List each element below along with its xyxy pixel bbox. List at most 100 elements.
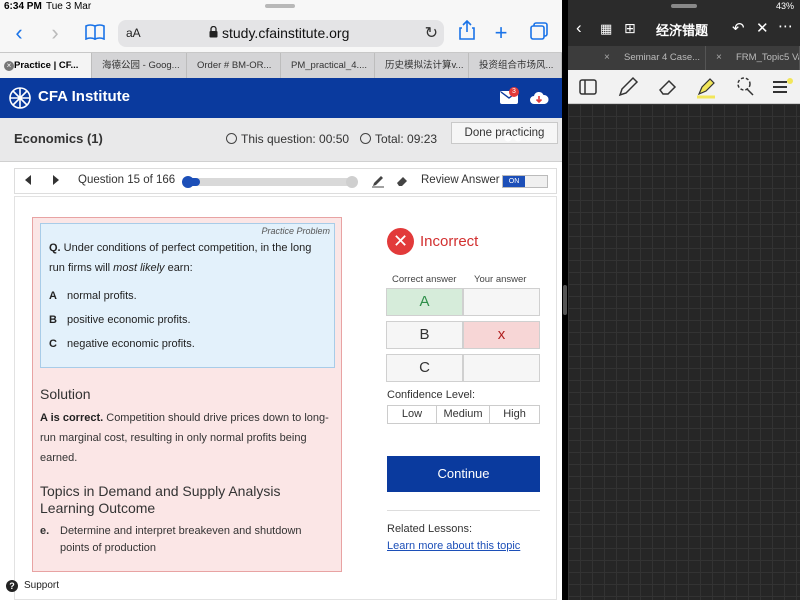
browser-toolbar: ‹ › aA study.cfainstitute.org ↻ + <box>0 14 562 52</box>
solution-text: A is correct. Competition should drive p… <box>40 408 336 468</box>
tab-portfolio-risk[interactable]: 投资组合市场风... <box>469 53 562 79</box>
drawing-toolbar <box>568 70 800 104</box>
notes-tab-frm[interactable]: × FRM_Topic5 Va <box>706 46 800 70</box>
tab-label: 投资组合市场风... <box>479 60 554 71</box>
lasso-tool-icon[interactable] <box>734 75 758 99</box>
share-icon[interactable] <box>454 19 480 46</box>
progress-knob[interactable] <box>182 176 194 188</box>
back-icon[interactable]: ‹ <box>576 18 582 38</box>
option-letter: C <box>49 338 57 350</box>
close-icon[interactable]: ✕ <box>756 19 769 37</box>
review-answer-label: Review Answer <box>421 174 500 186</box>
topic-title: Topics in Demand and Supply Analysis Lea… <box>40 483 281 516</box>
safari-pane: 6:34 PM Tue 3 Mar ‹ › aA study.cfainstit… <box>0 0 562 600</box>
prev-question-icon[interactable] <box>25 175 31 185</box>
notes-tab-strip: × Seminar 4 Case... × FRM_Topic5 Va <box>568 46 800 70</box>
tab-pm-practical[interactable]: PM_practical_4.... <box>281 53 375 79</box>
camera-indicator-icon <box>504 134 531 142</box>
notebook-title[interactable]: 经济错题 <box>656 20 708 39</box>
reload-icon[interactable]: ↻ <box>425 23 438 43</box>
support-label: Support <box>24 580 60 591</box>
note-canvas[interactable] <box>568 104 800 600</box>
question-counter: Question 15 of 166 <box>78 174 176 186</box>
question-time: This question: 00:50 <box>241 132 350 146</box>
practice-header: Economics (1) This question: 00:50 Total… <box>0 118 562 162</box>
highlighter-tool-icon[interactable] <box>694 75 718 99</box>
outcome-text: Determine and interpret breakeven and sh… <box>60 525 302 554</box>
undo-icon[interactable]: ↶ <box>732 19 745 37</box>
multitasking-grabber[interactable] <box>265 4 295 8</box>
url-text[interactable]: study.cfainstitute.org <box>222 25 349 41</box>
related-lessons-label: Related Lessons: <box>387 523 472 535</box>
confidence-high-button[interactable]: High <box>489 405 540 424</box>
close-tab-icon[interactable]: × <box>4 61 14 71</box>
question-text: Q. Under conditions of perfect competiti… <box>49 238 329 278</box>
help-icon: ? <box>6 580 18 592</box>
solution-answer: A is correct. <box>40 412 104 424</box>
tab-order[interactable]: Order # BM-OR... <box>187 53 281 79</box>
address-bar[interactable]: aA study.cfainstitute.org ↻ <box>118 20 444 47</box>
tab-hyde-park[interactable]: 海德公园 - Goog... <box>92 53 187 79</box>
next-question-icon[interactable] <box>53 175 59 185</box>
cfa-logo-icon[interactable] <box>8 86 32 110</box>
progress-end-knob <box>346 176 358 188</box>
multitasking-grabber[interactable] <box>671 4 697 8</box>
divider <box>387 510 540 511</box>
correct-answer-header: Correct answer <box>392 274 457 285</box>
eraser-tool-icon[interactable] <box>656 75 680 99</box>
bookmarks-icon[interactable] <box>82 20 108 46</box>
brand-name[interactable]: CFA Institute <box>38 88 130 105</box>
solution-title: Solution <box>40 386 91 402</box>
tab-label: 历史模拟法计算v... <box>385 60 464 71</box>
split-view: 6:34 PM Tue 3 Mar ‹ › aA study.cfainstit… <box>0 0 800 600</box>
pen-tool-icon[interactable] <box>616 75 640 99</box>
toggle-on-label: ON <box>503 176 525 187</box>
learn-more-link[interactable]: Learn more about this topic <box>387 540 520 552</box>
notes-navbar: ‹ ▦ ⊞ 经济错题 ↶ ✕ ⋯ <box>568 14 800 46</box>
total-time: Total: 09:23 <box>375 132 438 146</box>
confidence-medium-button[interactable]: Medium <box>436 405 490 424</box>
review-answer-toggle[interactable]: ON <box>502 175 548 188</box>
site-header: CFA Institute 3 <box>0 78 562 118</box>
your-cell-b: x <box>463 321 540 349</box>
total-timer: Total: 09:23 <box>360 132 437 146</box>
divider-handle[interactable] <box>563 285 567 315</box>
option-b[interactable]: Bpositive economic profits. <box>49 314 191 326</box>
tab-label: Order # BM-OR... <box>197 60 272 71</box>
eraser-icon[interactable] <box>395 174 409 188</box>
tab-historical-sim[interactable]: 历史模拟法计算v... <box>375 53 469 79</box>
close-tab-icon[interactable]: × <box>604 46 610 70</box>
option-letter: A <box>49 290 57 302</box>
confidence-low-button[interactable]: Low <box>387 405 437 424</box>
question-progress-slider[interactable] <box>182 176 358 188</box>
tab-practice[interactable]: × Practice | CF... <box>0 53 92 79</box>
forward-icon[interactable]: › <box>42 20 68 46</box>
color-menu-icon[interactable] <box>770 75 794 99</box>
result-verdict: Incorrect <box>420 233 479 250</box>
question-timer: This question: 00:50 <box>226 132 349 146</box>
option-text: positive economic profits. <box>67 314 191 326</box>
question-emphasis: most likely <box>113 262 165 274</box>
close-tab-icon[interactable]: × <box>716 46 722 70</box>
right-status-bar: 43% <box>568 0 800 14</box>
pen-icon[interactable] <box>371 174 385 188</box>
back-icon[interactable]: ‹ <box>6 20 32 46</box>
tab-label: FRM_Topic5 Va <box>736 52 800 63</box>
page-sidebar-icon[interactable] <box>576 75 600 99</box>
practice-problem-label: Practice Problem <box>261 226 330 236</box>
new-page-icon[interactable]: ⊞ <box>624 20 636 37</box>
new-tab-icon[interactable]: + <box>488 20 514 46</box>
reader-aa-button[interactable]: aA <box>126 26 141 40</box>
stopwatch-icon <box>226 133 237 144</box>
continue-button[interactable]: Continue <box>387 456 540 492</box>
option-c[interactable]: Cnegative economic profits. <box>49 338 195 350</box>
cloud-download-icon[interactable] <box>529 91 549 105</box>
option-a[interactable]: Anormal profits. <box>49 290 137 302</box>
support-link[interactable]: ? Support <box>0 576 200 596</box>
mail-badge: 3 <box>509 87 519 97</box>
option-text: negative economic profits. <box>67 338 195 350</box>
more-icon[interactable]: ⋯ <box>778 17 793 35</box>
notes-tab-seminar[interactable]: × Seminar 4 Case... <box>594 46 706 70</box>
tabs-overview-icon[interactable] <box>526 20 552 46</box>
grid-view-icon[interactable]: ▦ <box>600 21 612 37</box>
